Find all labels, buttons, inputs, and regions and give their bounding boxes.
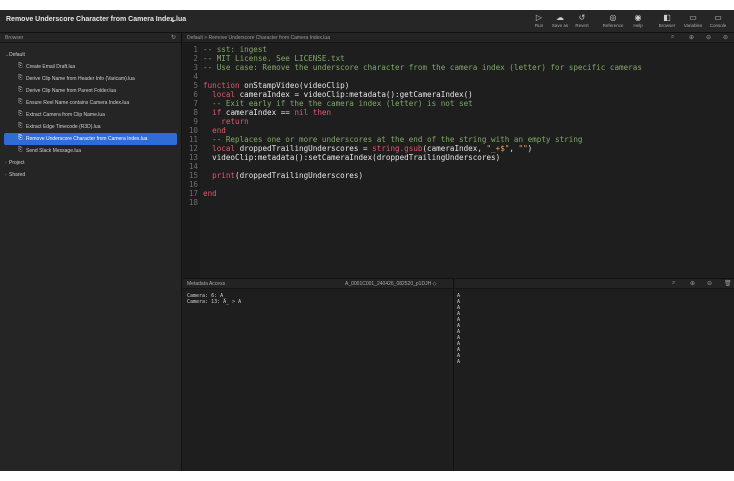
code-line: 12 local droppedTrailingUnderscores = st… <box>188 144 533 153</box>
help-button[interactable]: ◉ Help <box>626 13 650 31</box>
code-line: 7 -- Exit early if the the camera index … <box>193 99 473 108</box>
script-item[interactable]: ⎘ Send Slack Message.lua <box>0 145 181 157</box>
console-toggle-button[interactable]: ▭ Console <box>706 13 730 31</box>
code-line: 6 local cameraIndex = videoClip:metadata… <box>193 90 473 99</box>
code-line: 17 end <box>188 189 217 198</box>
format-icon[interactable]: ⊜ <box>723 34 728 41</box>
code-line: 2 -- MIT License. See LICENSE.txt <box>193 54 345 63</box>
code-line: 1 -- sst: ingest <box>193 45 268 54</box>
script-file-icon: ⎘ <box>18 147 23 153</box>
variables-toggle-button[interactable]: ▭ Variables <box>681 13 705 31</box>
script-item-selected[interactable]: ⎘ Remove Underscore Character from Camer… <box>4 133 177 145</box>
metadata-output: Camera: 6: A_ Camera: 13: A_ > A <box>183 289 453 305</box>
code-line: 16 <box>188 180 198 189</box>
code-line: 5 function onStampVideo(videoClip) <box>193 81 350 90</box>
code-line: 15 print(droppedTrailingUnderscores) <box>188 171 364 180</box>
script-file-icon: ⎘ <box>18 99 23 105</box>
group-default[interactable]: ⌄ Default <box>0 49 181 61</box>
zoom-out-icon[interactable]: ⊖ <box>706 34 711 41</box>
code-line: 3 -- Use case: Remove the underscore char… <box>193 63 642 72</box>
search-icon[interactable]: ⌕ <box>671 34 674 41</box>
browser-sidebar: Browser ↻ ⌄ Default ⎘ Create Email Draft… <box>0 33 182 471</box>
metadata-access-panel: Metadata Access A_0001C001_240426_082520… <box>183 278 454 471</box>
script-file-icon: ⎘ <box>18 135 23 141</box>
browser-panel-icon: ◧ <box>663 13 671 22</box>
title-chevron-icon[interactable]: ⌄ <box>170 16 176 24</box>
metadata-title: Metadata Access <box>187 281 226 287</box>
reference-button[interactable]: ◎ Reference <box>601 13 625 31</box>
code-line: 8 if cameraIndex == nil then <box>193 108 332 117</box>
title-bar: Remove Underscore Character from Camera … <box>0 10 734 33</box>
script-item[interactable]: ⎘ Derive Clip Name from Header Info (Var… <box>0 73 181 85</box>
script-item[interactable]: ⎘ Ensure Reel Name contains Camera Index… <box>0 97 181 109</box>
clip-selector[interactable]: A_0001C001_240426_082520_p1DJH ◇ <box>345 281 436 287</box>
script-file-icon: ⎘ <box>18 123 23 129</box>
refresh-icon[interactable]: ↻ <box>171 34 176 41</box>
script-file-icon: ⎘ <box>18 75 23 81</box>
browser-header: Browser ↻ <box>0 33 181 43</box>
zoom-in-icon[interactable]: ⊕ <box>690 280 695 287</box>
trash-icon[interactable]: 🗑 <box>724 280 732 287</box>
console-output: A A A A A A A A A A A A <box>455 289 734 365</box>
variables-panel-icon: ▭ <box>689 13 697 22</box>
help-icon: ◉ <box>634 13 642 22</box>
browser-title: Browser <box>5 35 24 41</box>
reference-icon: ◎ <box>609 13 617 22</box>
group-project[interactable]: › Project <box>0 157 181 169</box>
group-shared[interactable]: › Shared <box>0 169 181 181</box>
chevron-right-icon: › <box>5 172 7 177</box>
browser-toggle-button[interactable]: ◧ Browser <box>655 13 679 31</box>
window-title: Remove Underscore Character from Camera … <box>6 16 187 23</box>
revert-icon: ↺ <box>578 13 586 22</box>
code-line: 9 return <box>193 117 249 126</box>
metadata-output-line: Camera: 13: A_ > A <box>187 299 242 305</box>
search-icon[interactable]: ⌕ <box>672 280 675 287</box>
code-line: 13 videoClip:metadata():setCameraIndex(d… <box>188 153 501 162</box>
code-line: 11 -- Replaces one or more underscores a… <box>188 135 583 144</box>
script-file-icon: ⎘ <box>18 87 23 93</box>
console-line: A <box>457 359 461 365</box>
metadata-header: Metadata Access A_0001C001_240426_082520… <box>183 279 453 289</box>
zoom-out-icon[interactable]: ⊖ <box>707 280 712 287</box>
code-line: 10 end <box>188 126 226 135</box>
code-area[interactable]: 1 -- sst: ingest 2 -- MIT License. See LIC… <box>183 45 734 207</box>
script-item[interactable]: ⎘ Derive Clip Name from Parent Folder.lu… <box>0 85 181 97</box>
code-editor[interactable]: Default > Remove Underscore Character fr… <box>183 33 734 278</box>
script-item[interactable]: ⎘ Extract Camera from Clip Name.lua <box>0 109 181 121</box>
breadcrumb: Default > Remove Underscore Character fr… <box>187 35 330 41</box>
editor-header: Default > Remove Underscore Character fr… <box>183 33 734 43</box>
revert-button[interactable]: ↺ Revert <box>570 13 594 31</box>
cloud-icon: ☁ <box>556 13 564 22</box>
code-line: 14 <box>188 162 198 171</box>
script-item[interactable]: ⎘ Extract Edge Timecode (R3D).lua <box>0 121 181 133</box>
console-panel-icon: ▭ <box>714 13 722 22</box>
script-file-icon: ⎘ <box>18 111 23 117</box>
script-item[interactable]: ⎘ Create Email Draft.lua <box>0 61 181 73</box>
script-file-icon: ⎘ <box>18 63 23 69</box>
app-window: Remove Underscore Character from Camera … <box>0 10 734 471</box>
code-line: 4 <box>193 72 198 81</box>
console-panel: ⌕ ⊕ ⊖ 🗑 A A A A A A A A A A A A <box>455 278 734 471</box>
chevron-right-icon: › <box>5 160 7 165</box>
code-line: 18 <box>188 198 198 207</box>
console-header: ⌕ ⊕ ⊖ 🗑 <box>455 279 734 289</box>
script-tree: ⌄ Default ⎘ Create Email Draft.lua ⎘ Der… <box>0 43 181 181</box>
save-as-button[interactable]: ☁ Save as <box>548 13 572 31</box>
zoom-in-icon[interactable]: ⊕ <box>689 34 694 41</box>
